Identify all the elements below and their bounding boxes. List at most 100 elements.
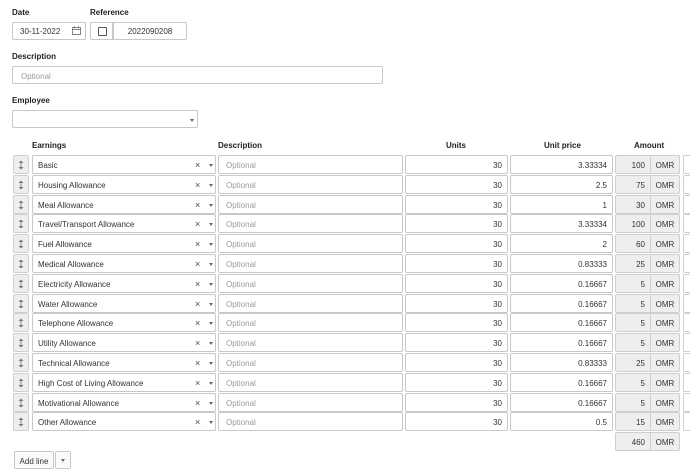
clear-icon[interactable]: × bbox=[195, 398, 200, 408]
unit-price-input[interactable]: 0.16667 bbox=[510, 273, 613, 293]
clear-icon[interactable]: × bbox=[195, 417, 200, 427]
unit-price-input[interactable]: 3.33334 bbox=[510, 155, 613, 174]
earning-select[interactable]: Technical Allowance × bbox=[32, 353, 216, 372]
add-line-button[interactable]: Add line bbox=[14, 451, 54, 469]
clear-icon[interactable]: × bbox=[195, 358, 200, 368]
units-input[interactable]: 30 bbox=[405, 214, 508, 234]
earning-select[interactable]: Housing Allowance × bbox=[32, 174, 216, 194]
row-description-input[interactable]: Optional bbox=[218, 293, 403, 313]
row-description-input[interactable]: Optional bbox=[218, 313, 403, 333]
row-menu-button[interactable] bbox=[683, 392, 690, 412]
row-menu-button[interactable] bbox=[683, 194, 690, 214]
row-menu-button[interactable] bbox=[683, 313, 690, 333]
earning-select[interactable]: Meal Allowance × bbox=[32, 194, 216, 214]
drag-handle-icon[interactable] bbox=[13, 372, 29, 392]
row-menu-button[interactable] bbox=[683, 293, 690, 313]
drag-handle-icon[interactable] bbox=[13, 155, 29, 174]
clear-icon[interactable]: × bbox=[195, 239, 200, 249]
calendar-icon[interactable] bbox=[72, 26, 81, 35]
drag-handle-icon[interactable] bbox=[13, 333, 29, 353]
earning-select[interactable]: Basic × bbox=[32, 155, 216, 174]
drag-handle-icon[interactable] bbox=[13, 353, 29, 372]
unit-price-input[interactable]: 0.16667 bbox=[510, 313, 613, 333]
earning-select[interactable]: Telephone Allowance × bbox=[32, 313, 216, 333]
clear-icon[interactable]: × bbox=[195, 180, 200, 190]
description-field[interactable]: Optional bbox=[12, 66, 383, 84]
row-description-input[interactable]: Optional bbox=[218, 155, 403, 174]
earning-select[interactable]: Medical Allowance × bbox=[32, 254, 216, 273]
drag-handle-icon[interactable] bbox=[13, 293, 29, 313]
row-description-input[interactable]: Optional bbox=[218, 372, 403, 392]
unit-price-input[interactable]: 0.16667 bbox=[510, 392, 613, 412]
clear-icon[interactable]: × bbox=[195, 259, 200, 269]
earning-select[interactable]: Electricity Allowance × bbox=[32, 273, 216, 293]
row-description-input[interactable]: Optional bbox=[218, 353, 403, 372]
drag-handle-icon[interactable] bbox=[13, 273, 29, 293]
row-description-input[interactable]: Optional bbox=[218, 174, 403, 194]
row-menu-button[interactable] bbox=[683, 353, 690, 372]
units-input[interactable]: 30 bbox=[405, 412, 508, 432]
employee-select[interactable] bbox=[12, 110, 198, 128]
row-description-input[interactable]: Optional bbox=[218, 412, 403, 432]
unit-price-input[interactable]: 1 bbox=[510, 194, 613, 214]
row-menu-button[interactable] bbox=[683, 174, 690, 194]
row-description-input[interactable]: Optional bbox=[218, 214, 403, 234]
row-description-input[interactable]: Optional bbox=[218, 273, 403, 293]
clear-icon[interactable]: × bbox=[195, 299, 200, 309]
units-input[interactable]: 30 bbox=[405, 194, 508, 214]
drag-handle-icon[interactable] bbox=[13, 412, 29, 432]
row-menu-button[interactable] bbox=[683, 214, 690, 234]
row-menu-button[interactable] bbox=[683, 372, 690, 392]
row-description-input[interactable]: Optional bbox=[218, 254, 403, 273]
drag-handle-icon[interactable] bbox=[13, 254, 29, 273]
unit-price-input[interactable]: 0.16667 bbox=[510, 333, 613, 353]
units-input[interactable]: 30 bbox=[405, 333, 508, 353]
earning-select[interactable]: Utility Allowance × bbox=[32, 333, 216, 353]
units-input[interactable]: 30 bbox=[405, 234, 508, 254]
unit-price-input[interactable]: 0.83333 bbox=[510, 254, 613, 273]
row-description-input[interactable]: Optional bbox=[218, 333, 403, 353]
drag-handle-icon[interactable] bbox=[13, 194, 29, 214]
units-input[interactable]: 30 bbox=[405, 392, 508, 412]
earning-select[interactable]: Fuel Allowance × bbox=[32, 234, 216, 254]
row-description-input[interactable]: Optional bbox=[218, 194, 403, 214]
clear-icon[interactable]: × bbox=[195, 160, 200, 170]
row-menu-button[interactable] bbox=[683, 254, 690, 273]
row-menu-button[interactable] bbox=[683, 273, 690, 293]
row-menu-button[interactable] bbox=[683, 412, 690, 432]
earning-select[interactable]: Motivational Allowance × bbox=[32, 392, 216, 412]
units-input[interactable]: 30 bbox=[405, 273, 508, 293]
earning-select[interactable]: Travel/Transport Allowance × bbox=[32, 214, 216, 234]
unit-price-input[interactable]: 2.5 bbox=[510, 174, 613, 194]
unit-price-input[interactable]: 0.16667 bbox=[510, 372, 613, 392]
add-line-dropdown-button[interactable] bbox=[55, 451, 71, 469]
unit-price-input[interactable]: 2 bbox=[510, 234, 613, 254]
unit-price-input[interactable]: 0.5 bbox=[510, 412, 613, 432]
units-input[interactable]: 30 bbox=[405, 372, 508, 392]
row-description-input[interactable]: Optional bbox=[218, 234, 403, 254]
drag-handle-icon[interactable] bbox=[13, 214, 29, 234]
clear-icon[interactable]: × bbox=[195, 219, 200, 229]
unit-price-input[interactable]: 3.33334 bbox=[510, 214, 613, 234]
reference-auto-checkbox[interactable] bbox=[90, 22, 113, 40]
drag-handle-icon[interactable] bbox=[13, 392, 29, 412]
earning-select[interactable]: Water Allowance × bbox=[32, 293, 216, 313]
row-menu-button[interactable] bbox=[683, 234, 690, 254]
clear-icon[interactable]: × bbox=[195, 338, 200, 348]
unit-price-input[interactable]: 0.83333 bbox=[510, 353, 613, 372]
date-field[interactable]: 30-11-2022 bbox=[12, 22, 86, 40]
units-input[interactable]: 30 bbox=[405, 353, 508, 372]
row-menu-button[interactable] bbox=[683, 333, 690, 353]
clear-icon[interactable]: × bbox=[195, 378, 200, 388]
earning-select[interactable]: Other Allowance × bbox=[32, 412, 216, 432]
unit-price-input[interactable]: 0.16667 bbox=[510, 293, 613, 313]
row-description-input[interactable]: Optional bbox=[218, 392, 403, 412]
row-menu-button[interactable] bbox=[683, 155, 690, 174]
drag-handle-icon[interactable] bbox=[13, 234, 29, 254]
checkbox-square[interactable] bbox=[98, 27, 107, 36]
drag-handle-icon[interactable] bbox=[13, 313, 29, 333]
clear-icon[interactable]: × bbox=[195, 318, 200, 328]
earning-select[interactable]: High Cost of Living Allowance × bbox=[32, 372, 216, 392]
units-input[interactable]: 30 bbox=[405, 174, 508, 194]
units-input[interactable]: 30 bbox=[405, 155, 508, 174]
